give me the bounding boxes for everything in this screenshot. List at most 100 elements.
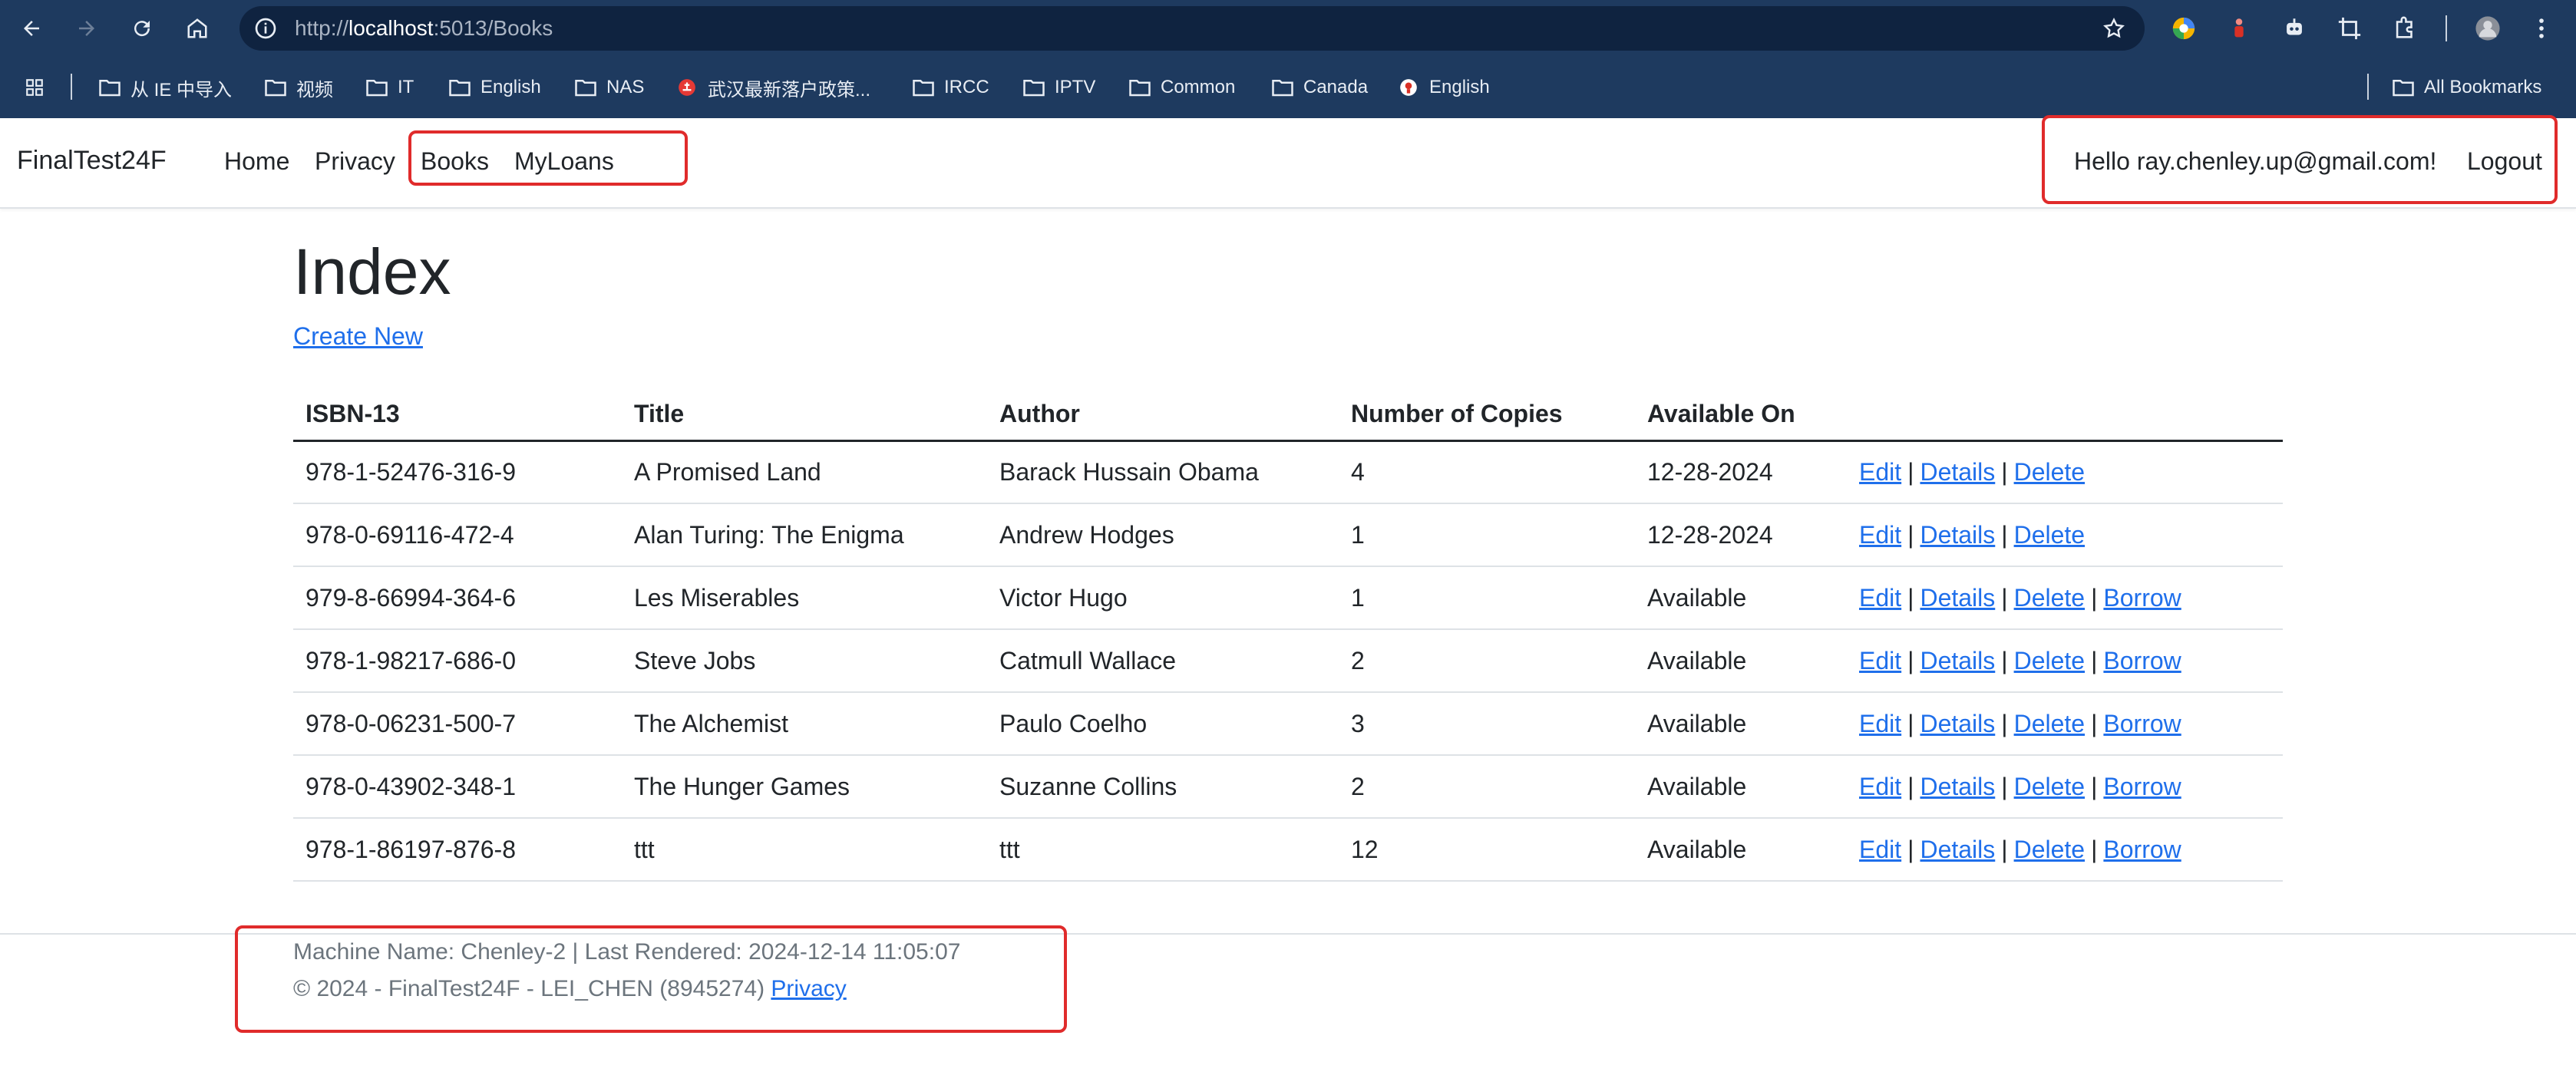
- bookmark-folder-english[interactable]: English: [448, 71, 541, 104]
- nav-home[interactable]: Home: [224, 147, 289, 176]
- browser-menu-button[interactable]: [2527, 14, 2556, 43]
- extension-crop-button[interactable]: [2335, 14, 2364, 43]
- extension-figure-button[interactable]: [2224, 14, 2254, 43]
- delete-link[interactable]: Delete: [2014, 458, 2086, 486]
- bookmarks-divider: [71, 74, 72, 100]
- extension-colorful-icon: [2172, 17, 2195, 40]
- bookmark-folder-common[interactable]: Common: [1128, 71, 1235, 104]
- bookmark-star-icon[interactable]: [2102, 16, 2126, 41]
- site-info-icon[interactable]: [253, 16, 278, 41]
- apps-button[interactable]: [23, 71, 46, 104]
- bookmark-label: Common: [1161, 77, 1236, 97]
- delete-link[interactable]: Delete: [2014, 773, 2086, 800]
- back-button[interactable]: [17, 14, 46, 43]
- extension-colorful-button[interactable]: [2169, 14, 2198, 43]
- bookmark-label: NAS: [606, 77, 645, 97]
- extensions-menu-button[interactable]: [2390, 14, 2419, 43]
- bookmark-label: 武汉最新落户政策...: [708, 79, 871, 101]
- folder-icon: [366, 80, 388, 97]
- header-available-on: Available On: [1635, 388, 1847, 442]
- details-link[interactable]: Details: [1920, 647, 1995, 674]
- borrow-link[interactable]: Borrow: [2103, 710, 2181, 737]
- action-separator: |: [2001, 457, 2008, 486]
- kebab-menu-icon: [2539, 18, 2544, 38]
- action-separator: |: [1907, 709, 1914, 737]
- cell-available-on: Available: [1635, 566, 1847, 630]
- home-button[interactable]: [183, 14, 212, 43]
- details-link[interactable]: Details: [1920, 836, 1995, 863]
- nav-privacy[interactable]: Privacy: [315, 147, 395, 176]
- extension-bot-icon: [2287, 18, 2302, 35]
- cell-actions: Edit | Details | Delete | Borrow: [1847, 818, 2283, 882]
- all-bookmarks-button[interactable]: All Bookmarks: [2392, 71, 2541, 104]
- bookmark-folder-nas[interactable]: NAS: [574, 71, 644, 104]
- details-link[interactable]: Details: [1920, 584, 1995, 612]
- cell-available-on: Available: [1635, 629, 1847, 693]
- arrow-left-icon: [24, 21, 39, 36]
- brand-link[interactable]: FinalTest24F: [17, 146, 167, 176]
- details-link[interactable]: Details: [1920, 458, 1995, 486]
- cell-copies: 3: [1339, 692, 1635, 756]
- bookmarks-divider: [2367, 74, 2369, 100]
- cell-author: Andrew Hodges: [987, 503, 1339, 567]
- bookmark-folder-iptv[interactable]: IPTV: [1022, 71, 1095, 104]
- details-link[interactable]: Details: [1920, 521, 1995, 549]
- site-favicon-icon: [1400, 79, 1417, 96]
- action-separator: |: [2091, 772, 2098, 800]
- bookmark-folder-ircc[interactable]: IRCC: [912, 71, 989, 104]
- edit-link[interactable]: Edit: [1859, 710, 1901, 737]
- bookmark-folder-canada[interactable]: Canada: [1271, 71, 1368, 104]
- delete-link[interactable]: Delete: [2014, 836, 2086, 863]
- edit-link[interactable]: Edit: [1859, 773, 1901, 800]
- table-row: 978-0-43902-348-1 The Hunger Games Suzanne…: [293, 755, 2283, 819]
- details-link[interactable]: Details: [1920, 710, 1995, 737]
- folder-icon: [99, 80, 121, 97]
- bookmark-english-site[interactable]: English: [1397, 71, 1490, 104]
- borrow-link[interactable]: Borrow: [2103, 647, 2181, 674]
- bookmark-wuhan-policy[interactable]: 武汉最新落户政策...: [675, 71, 870, 104]
- address-url[interactable]: http://localhost:5013/Books: [295, 6, 553, 51]
- delete-link[interactable]: Delete: [2014, 647, 2086, 674]
- delete-link[interactable]: Delete: [2014, 521, 2086, 549]
- cell-title: Steve Jobs: [622, 629, 987, 693]
- profile-button[interactable]: [2473, 14, 2502, 43]
- delete-link[interactable]: Delete: [2014, 710, 2086, 737]
- bookmark-folder-ie-import[interactable]: 从 IE 中导入: [98, 71, 232, 104]
- bookmark-folder-video[interactable]: 视频: [264, 71, 333, 104]
- bookmarks-bar: 从 IE 中导入 视频 IT English NAS 武汉最新落户政策... I…: [0, 57, 2576, 118]
- edit-link[interactable]: Edit: [1859, 836, 1901, 863]
- bookmark-label: IRCC: [944, 77, 989, 97]
- create-new-link[interactable]: Create New: [293, 322, 423, 351]
- cell-isbn: 978-1-98217-686-0: [293, 629, 622, 693]
- borrow-link[interactable]: Borrow: [2103, 836, 2181, 863]
- address-bar[interactable]: http://localhost:5013/Books: [239, 6, 2145, 51]
- folder-icon: [575, 80, 596, 97]
- page-title: Index: [293, 236, 451, 308]
- extension-bot-button[interactable]: [2280, 14, 2309, 43]
- edit-link[interactable]: Edit: [1859, 521, 1901, 549]
- extension-figure-icon: [2234, 18, 2244, 38]
- books-table: ISBN-13 Title Author Number of Copies Av…: [293, 388, 2283, 882]
- header-actions: [1847, 388, 2283, 442]
- action-separator: |: [1907, 520, 1914, 549]
- edit-link[interactable]: Edit: [1859, 647, 1901, 674]
- bookmark-folder-it[interactable]: IT: [365, 71, 414, 104]
- table-header-row: ISBN-13 Title Author Number of Copies Av…: [293, 388, 2283, 442]
- bookmark-label: English: [481, 77, 541, 97]
- cell-author: Suzanne Collins: [987, 755, 1339, 819]
- reload-button[interactable]: [127, 14, 157, 43]
- borrow-link[interactable]: Borrow: [2103, 773, 2181, 800]
- action-separator: |: [2001, 835, 2008, 863]
- bookmark-label: IPTV: [1055, 77, 1096, 97]
- edit-link[interactable]: Edit: [1859, 458, 1901, 486]
- cell-available-on: Available: [1635, 755, 1847, 819]
- details-link[interactable]: Details: [1920, 773, 1995, 800]
- cell-actions: Edit | Details | Delete | Borrow: [1847, 629, 2283, 693]
- action-separator: |: [1907, 583, 1914, 612]
- folder-icon: [449, 80, 471, 97]
- forward-button[interactable]: [72, 14, 101, 43]
- delete-link[interactable]: Delete: [2014, 584, 2086, 612]
- borrow-link[interactable]: Borrow: [2103, 584, 2181, 612]
- edit-link[interactable]: Edit: [1859, 584, 1901, 612]
- crop-icon: [2338, 17, 2361, 40]
